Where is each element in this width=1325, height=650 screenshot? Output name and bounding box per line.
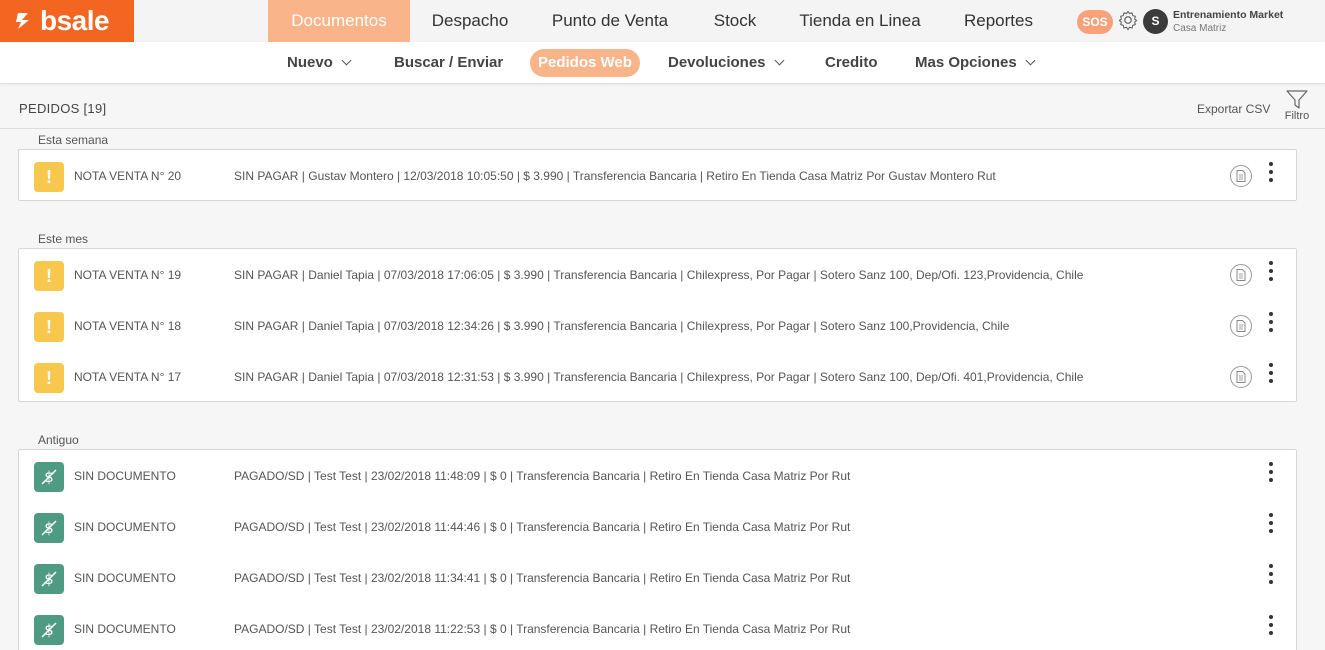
chevron-down-icon — [1025, 55, 1036, 66]
warning-icon: ! — [34, 261, 64, 291]
user-branch: Casa Matriz — [1173, 23, 1227, 34]
brand-name: bsale — [40, 5, 110, 36]
table-row[interactable]: ! NOTA VENTA N° 19 SIN PAGAR | Daniel Ta… — [19, 249, 1296, 300]
table-row[interactable]: $ SIN DOCUMENTO PAGADO/SD | Test Test | … — [19, 552, 1296, 603]
filter-button[interactable]: Filtro — [1282, 90, 1312, 122]
export-csv-link[interactable]: Exportar CSV — [1197, 102, 1270, 116]
doc-label[interactable]: NOTA VENTA N° 17 — [74, 370, 181, 384]
subnav-credito[interactable]: Credito — [825, 49, 878, 77]
table-row[interactable]: $ SIN DOCUMENTO PAGADO/SD | Test Test | … — [19, 603, 1296, 650]
bsale-logo-icon — [16, 13, 29, 29]
orders-card-antiguo: $ SIN DOCUMENTO PAGADO/SD | Test Test | … — [18, 449, 1297, 650]
document-icon[interactable] — [1230, 315, 1252, 337]
order-detail: PAGADO/SD | Test Test | 23/02/2018 11:34… — [234, 571, 851, 585]
document-icon[interactable] — [1230, 165, 1252, 187]
warning-icon: ! — [34, 312, 64, 342]
order-detail: PAGADO/SD | Test Test | 23/02/2018 11:48… — [234, 469, 851, 483]
main-nav-stock[interactable]: Stock — [690, 0, 780, 42]
no-payment-icon: $ — [34, 564, 64, 594]
order-detail: SIN PAGAR | Daniel Tapia | 07/03/2018 17… — [234, 268, 1084, 282]
user-name[interactable]: Entrenamiento Market — [1173, 9, 1283, 21]
doc-label[interactable]: SIN DOCUMENTO — [74, 622, 176, 636]
table-row[interactable]: ! NOTA VENTA N° 17 SIN PAGAR | Daniel Ta… — [19, 351, 1296, 402]
document-icon[interactable] — [1230, 264, 1252, 286]
table-row[interactable]: $ SIN DOCUMENTO PAGADO/SD | Test Test | … — [19, 501, 1296, 552]
doc-label[interactable]: SIN DOCUMENTO — [74, 520, 176, 534]
orders-card-esta-semana: ! NOTA VENTA N° 20 SIN PAGAR | Gustav Mo… — [18, 149, 1297, 201]
filter-icon — [1286, 90, 1308, 109]
no-payment-icon: $ — [34, 462, 64, 492]
main-nav-despacho[interactable]: Despacho — [410, 0, 530, 42]
more-options-icon[interactable] — [1265, 160, 1277, 184]
filter-label: Filtro — [1284, 110, 1310, 122]
avatar[interactable]: S — [1143, 9, 1168, 34]
more-options-icon[interactable] — [1265, 460, 1277, 484]
subnav-mas-opciones[interactable]: Mas Opciones — [915, 49, 1036, 77]
main-nav-punto-de-venta[interactable]: Punto de Venta — [530, 0, 690, 42]
warning-icon: ! — [34, 162, 64, 192]
sos-button[interactable]: SOS — [1077, 10, 1113, 34]
section-label-este-mes: Este mes — [38, 232, 89, 246]
order-detail: PAGADO/SD | Test Test | 23/02/2018 11:44… — [234, 520, 851, 534]
doc-label[interactable]: SIN DOCUMENTO — [74, 571, 176, 585]
doc-label[interactable]: NOTA VENTA N° 18 — [74, 319, 181, 333]
subnav-nuevo[interactable]: Nuevo — [287, 49, 352, 77]
more-options-icon[interactable] — [1265, 259, 1277, 283]
more-options-icon[interactable] — [1265, 511, 1277, 535]
subnav-nuevo-label: Nuevo — [287, 54, 333, 71]
subnav-mas-opciones-label: Mas Opciones — [915, 54, 1017, 71]
gear-icon[interactable] — [1117, 9, 1139, 31]
subnav-pedidos-web[interactable]: Pedidos Web — [530, 49, 640, 77]
main-nav-documentos[interactable]: Documentos — [268, 0, 410, 42]
no-payment-icon: $ — [34, 615, 64, 645]
more-options-icon[interactable] — [1265, 310, 1277, 334]
bsale-logo[interactable]: bsale — [0, 0, 134, 42]
more-options-icon[interactable] — [1265, 361, 1277, 385]
order-detail: SIN PAGAR | Gustav Montero | 12/03/2018 … — [234, 169, 996, 183]
more-options-icon[interactable] — [1265, 613, 1277, 637]
page-title: PEDIDOS [19] — [19, 101, 107, 116]
more-options-icon[interactable] — [1265, 562, 1277, 586]
section-label-esta-semana: Esta semana — [38, 133, 109, 147]
main-nav-reportes[interactable]: Reportes — [940, 0, 1057, 42]
orders-card-este-mes: ! NOTA VENTA N° 19 SIN PAGAR | Daniel Ta… — [18, 248, 1297, 402]
order-detail: SIN PAGAR | Daniel Tapia | 07/03/2018 12… — [234, 370, 1084, 384]
header-divider — [0, 128, 1325, 129]
doc-label[interactable]: NOTA VENTA N° 19 — [74, 268, 181, 282]
doc-label[interactable]: SIN DOCUMENTO — [74, 469, 176, 483]
warning-icon: ! — [34, 363, 64, 393]
subnav-devoluciones-label: Devoluciones — [668, 54, 766, 71]
doc-label[interactable]: NOTA VENTA N° 20 — [74, 169, 181, 183]
main-nav-tienda-en-linea[interactable]: Tienda en Linea — [780, 0, 940, 42]
sub-nav: Nuevo Buscar / Enviar Pedidos Web Devolu… — [0, 42, 1325, 84]
table-row[interactable]: $ SIN DOCUMENTO PAGADO/SD | Test Test | … — [19, 450, 1296, 501]
order-detail: PAGADO/SD | Test Test | 23/02/2018 11:22… — [234, 622, 851, 636]
chevron-down-icon — [774, 55, 784, 66]
main-nav: Documentos Despacho Punto de Venta Stock… — [268, 0, 1057, 42]
chevron-down-icon — [341, 55, 352, 66]
top-bar: bsale Documentos Despacho Punto de Venta… — [0, 0, 1325, 44]
table-row[interactable]: ! NOTA VENTA N° 18 SIN PAGAR | Daniel Ta… — [19, 300, 1296, 351]
subnav-devoluciones[interactable]: Devoluciones — [668, 49, 784, 77]
document-icon[interactable] — [1230, 366, 1252, 388]
subnav-buscar-enviar[interactable]: Buscar / Enviar — [394, 49, 503, 77]
order-detail: SIN PAGAR | Daniel Tapia | 07/03/2018 12… — [234, 319, 1010, 333]
section-label-antiguo: Antiguo — [38, 433, 79, 447]
no-payment-icon: $ — [34, 513, 64, 543]
table-row[interactable]: ! NOTA VENTA N° 20 SIN PAGAR | Gustav Mo… — [19, 150, 1296, 201]
